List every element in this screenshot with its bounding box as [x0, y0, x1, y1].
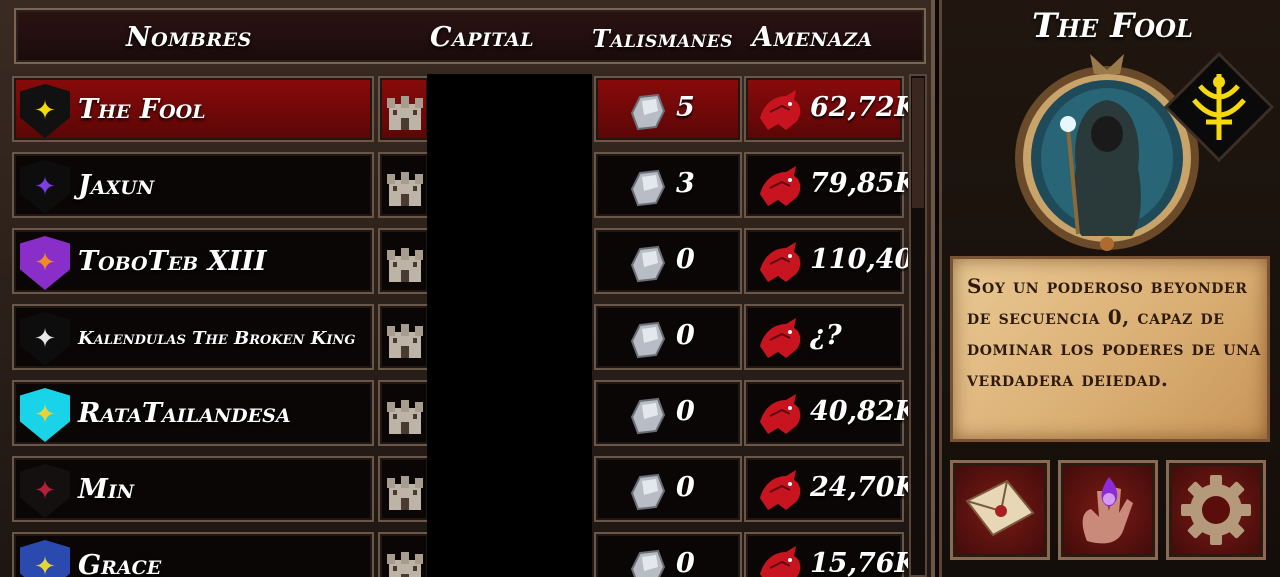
- castle-icon: [387, 324, 423, 358]
- player-name: The Fool: [78, 94, 206, 125]
- castle-icon: [387, 476, 423, 510]
- capital-column-mask: [427, 74, 592, 577]
- settings-button[interactable]: [1166, 460, 1266, 560]
- name-cell[interactable]: ✦ The Fool: [12, 76, 374, 142]
- talisman-count: 0: [676, 396, 695, 427]
- name-cell[interactable]: ✦ ToboTeb XIII: [12, 228, 374, 294]
- talisman-gem-icon: [630, 245, 666, 283]
- magic-hand-icon: [1082, 477, 1133, 544]
- castle-icon: [387, 552, 423, 577]
- threat-cell[interactable]: 24,70K: [744, 456, 908, 522]
- dragon-icon: [760, 394, 801, 434]
- talismans-cell[interactable]: 5: [594, 76, 742, 142]
- threat-value: 110,40K: [810, 244, 908, 275]
- player-shield-icon: ✦: [20, 464, 70, 518]
- talisman-gem-icon: [630, 321, 666, 359]
- threat-cell[interactable]: 15,76K: [744, 532, 908, 577]
- threat-value: ¿?: [810, 320, 842, 351]
- player-shield-icon: ✦: [20, 160, 70, 214]
- name-cell[interactable]: ✦ Grace: [12, 532, 374, 577]
- threat-cell[interactable]: 79,85K: [744, 152, 908, 218]
- talisman-count: 0: [676, 472, 695, 503]
- talisman-count: 0: [676, 320, 695, 351]
- dragon-icon: [760, 318, 801, 358]
- talismans-cell[interactable]: 0: [594, 228, 742, 294]
- scrollbar[interactable]: [909, 74, 927, 577]
- talisman-gem-icon: [630, 93, 666, 131]
- capital-cell[interactable]: [378, 304, 428, 370]
- talismans-cell[interactable]: 0: [594, 532, 742, 577]
- castle-icon: [387, 248, 423, 282]
- letter-icon: [965, 479, 1035, 537]
- talisman-count: 3: [676, 168, 695, 199]
- threat-value: 62,72K: [810, 92, 908, 123]
- player-name: Grace: [78, 550, 162, 577]
- threat-value: 24,70K: [810, 472, 908, 503]
- player-emblem-icon: [1164, 52, 1274, 162]
- dragon-icon: [760, 470, 801, 510]
- capital-cell[interactable]: [378, 532, 428, 577]
- table-header: Nombres Capital Talismanes Amenaza: [14, 8, 926, 64]
- talisman-count: 5: [676, 92, 695, 123]
- player-shield-icon: ✦: [20, 236, 70, 290]
- scrollbar-thumb[interactable]: [912, 78, 924, 208]
- header-names: Nombres: [126, 22, 252, 53]
- detail-title: The Fool: [1032, 6, 1193, 46]
- player-name: RataTailandesa: [78, 398, 291, 429]
- header-talismans: Talismanes: [592, 24, 734, 53]
- dragon-icon: [760, 90, 801, 130]
- name-cell[interactable]: ✦ Min: [12, 456, 374, 522]
- name-cell[interactable]: ✦ Kalendulas The Broken King: [12, 304, 374, 370]
- player-detail-panel: The Fool Soy un poderoso beyonder de sec…: [939, 0, 1280, 577]
- capital-cell[interactable]: [378, 76, 428, 142]
- player-name: ToboTeb XIII: [78, 246, 267, 277]
- threat-value: 40,82K: [810, 396, 908, 427]
- talisman-gem-icon: [630, 169, 666, 207]
- spell-button[interactable]: [1058, 460, 1158, 560]
- talisman-gem-icon: [630, 549, 666, 577]
- header-capital: Capital: [430, 22, 535, 53]
- player-shield-icon: ✦: [20, 312, 70, 366]
- threat-cell[interactable]: ¿?: [744, 304, 904, 370]
- player-shield-icon: ✦: [20, 540, 70, 577]
- dragon-icon: [760, 166, 801, 206]
- dragon-icon: [760, 242, 801, 282]
- talismans-cell[interactable]: 0: [594, 456, 742, 522]
- ranking-frame: Nombres Capital Talismanes Amenaza ✦ The…: [0, 0, 935, 577]
- detail-description: Soy un poderoso beyonder de secuencia 0,…: [967, 274, 1261, 391]
- talisman-gem-icon: [630, 473, 666, 511]
- threat-cell[interactable]: 40,82K: [744, 380, 908, 446]
- threat-value: 15,76K: [810, 548, 908, 577]
- player-shield-icon: ✦: [20, 388, 70, 442]
- player-name: Jaxun: [78, 170, 155, 201]
- player-shield-icon: ✦: [20, 84, 70, 138]
- capital-cell[interactable]: [378, 380, 428, 446]
- dragon-icon: [760, 546, 801, 577]
- talismans-cell[interactable]: 0: [594, 380, 742, 446]
- talisman-gem-icon: [630, 397, 666, 435]
- threat-cell[interactable]: 110,40K: [744, 228, 908, 294]
- gear-icon: [1181, 475, 1251, 545]
- talismans-cell[interactable]: 3: [594, 152, 742, 218]
- castle-icon: [387, 96, 423, 130]
- player-name: Kalendulas The Broken King: [78, 328, 356, 349]
- name-cell[interactable]: ✦ Jaxun: [12, 152, 374, 218]
- castle-icon: [387, 172, 423, 206]
- threat-value: 79,85K: [810, 168, 908, 199]
- header-threat: Amenaza: [752, 22, 873, 53]
- name-cell[interactable]: ✦ RataTailandesa: [12, 380, 374, 446]
- player-name: Min: [78, 474, 135, 505]
- capital-cell[interactable]: [378, 456, 428, 522]
- capital-cell[interactable]: [378, 152, 428, 218]
- threat-cell[interactable]: 62,72K: [744, 76, 908, 142]
- talisman-count: 0: [676, 548, 695, 577]
- description-parchment: Soy un poderoso beyonder de secuencia 0,…: [950, 256, 1270, 442]
- talismans-cell[interactable]: 0: [594, 304, 742, 370]
- capital-cell[interactable]: [378, 228, 428, 294]
- talisman-count: 0: [676, 244, 695, 275]
- message-button[interactable]: [950, 460, 1050, 560]
- castle-icon: [387, 400, 423, 434]
